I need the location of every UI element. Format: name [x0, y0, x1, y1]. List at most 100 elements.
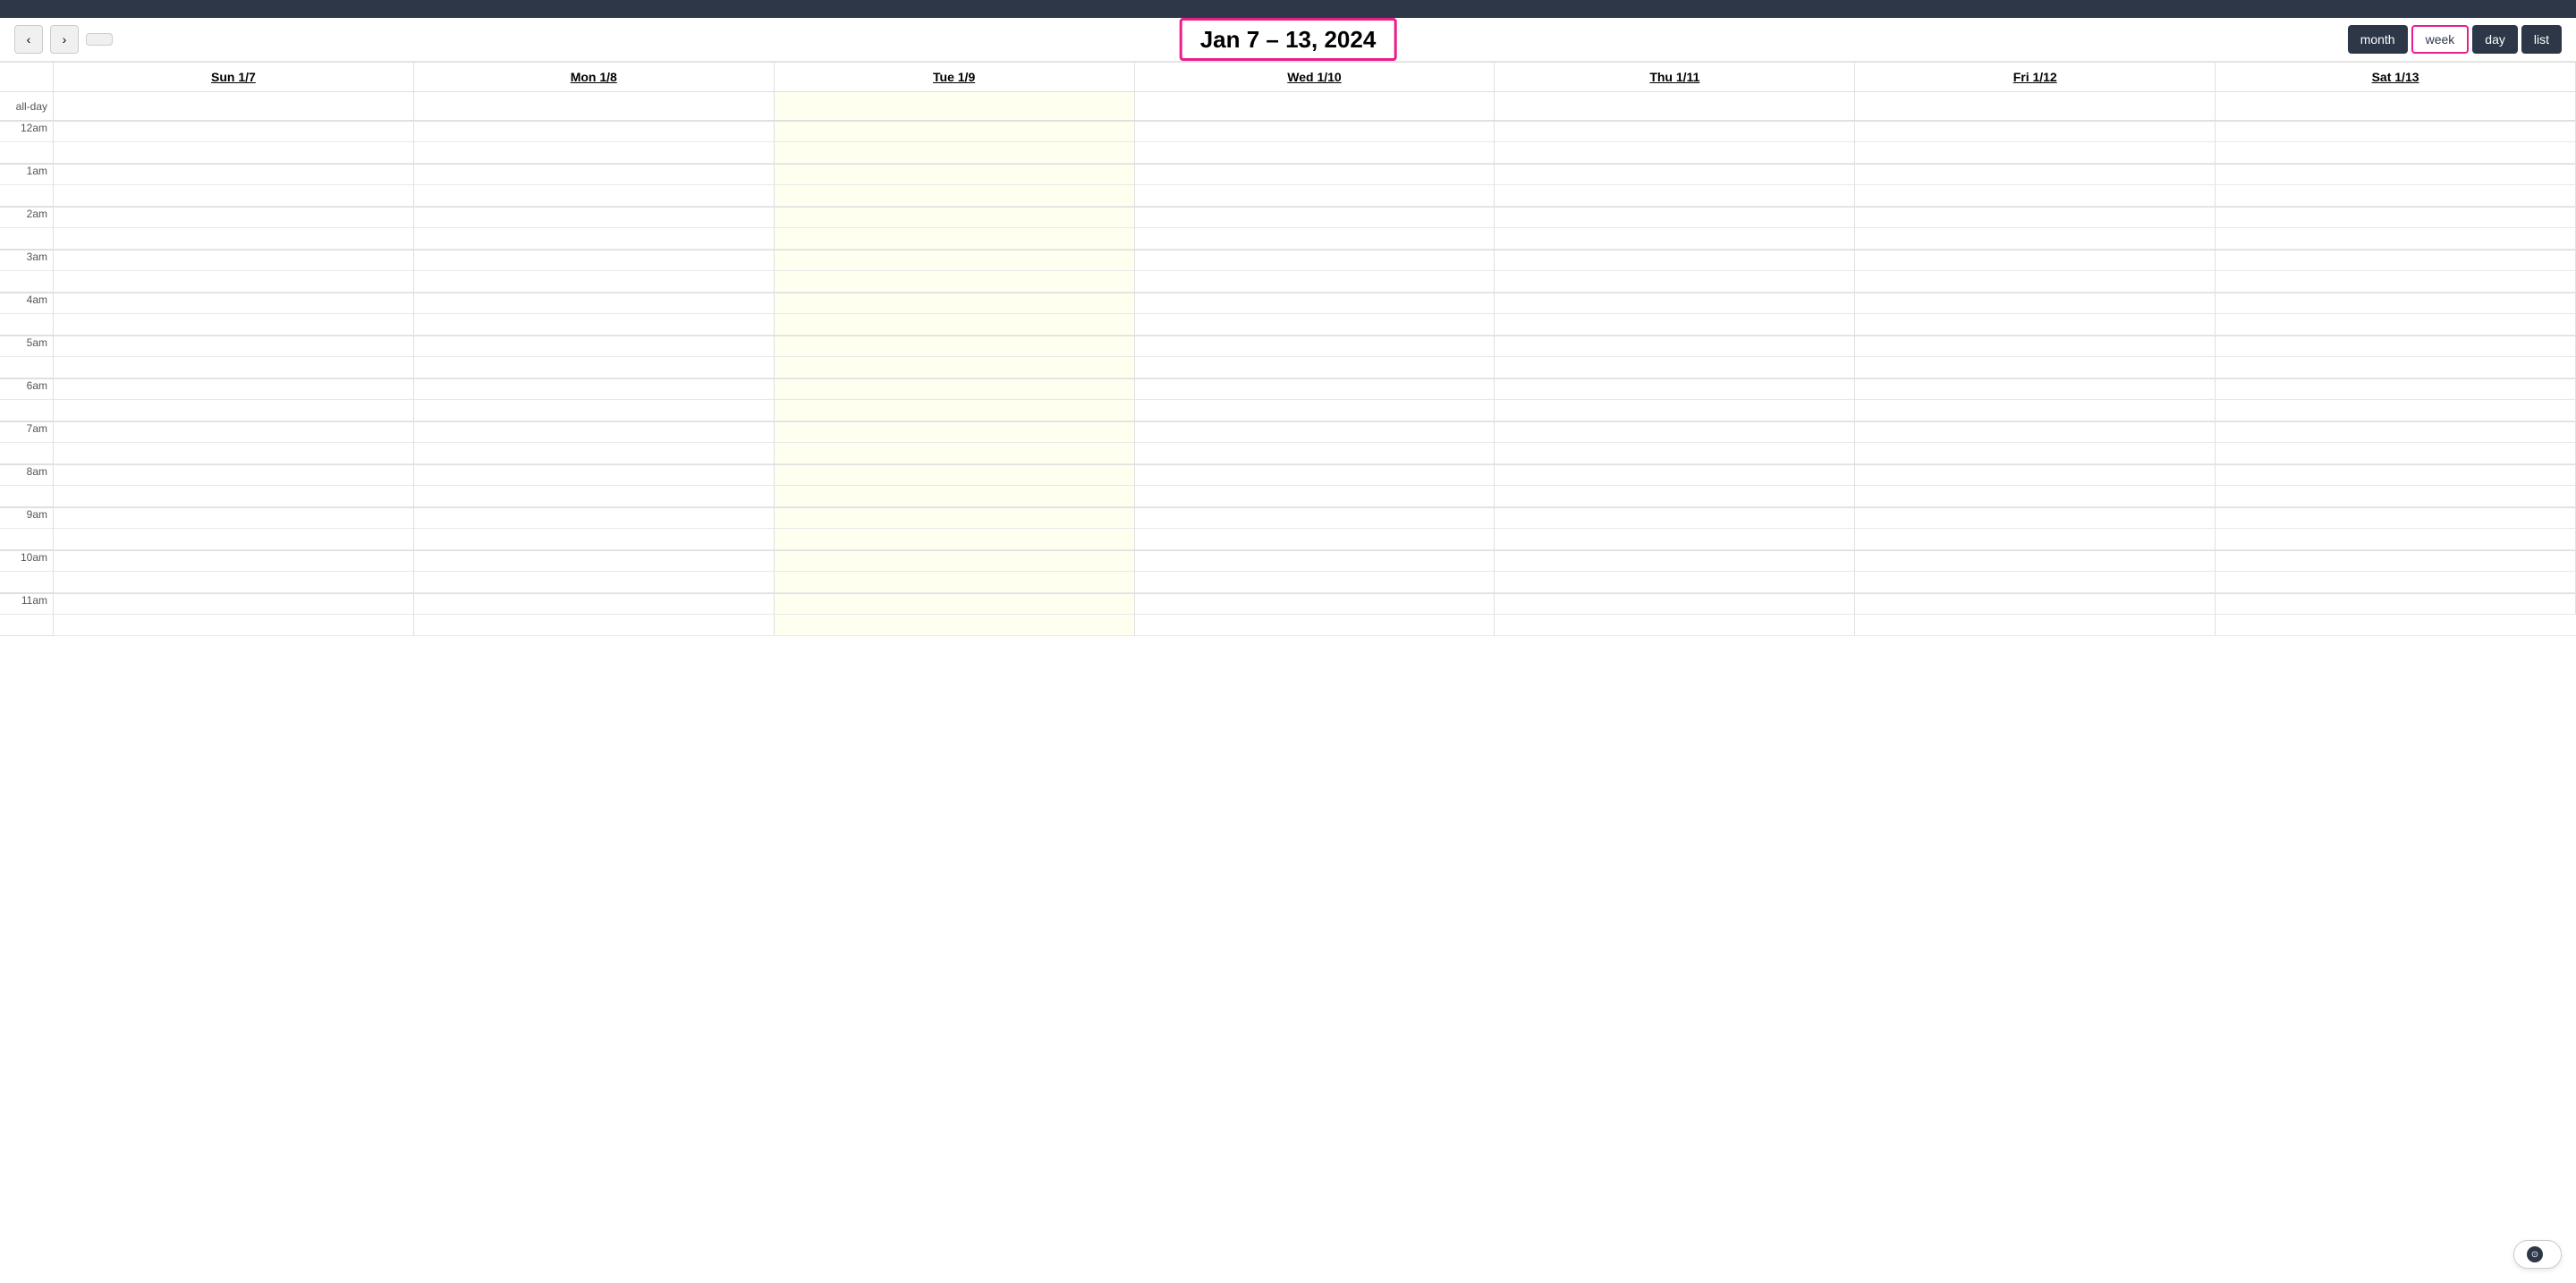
- hour-bot-5am-wed[interactable]: [1135, 357, 1496, 378]
- hour-top-9am-thu[interactable]: [1495, 507, 1855, 529]
- hour-top-3am-fri[interactable]: [1855, 250, 2216, 271]
- hour-top-2am-fri[interactable]: [1855, 207, 2216, 228]
- hour-bot-7am-tue[interactable]: [775, 443, 1135, 464]
- hour-top-8am-sun[interactable]: [54, 464, 414, 486]
- hour-top-2am-sat[interactable]: [2216, 207, 2576, 228]
- hour-top-4am-sat[interactable]: [2216, 293, 2576, 314]
- hour-top-8am-wed[interactable]: [1135, 464, 1496, 486]
- hour-top-12am-tue[interactable]: [775, 121, 1135, 142]
- hour-top-4am-fri[interactable]: [1855, 293, 2216, 314]
- hour-top-6am-mon[interactable]: [414, 378, 775, 400]
- hour-top-10am-wed[interactable]: [1135, 550, 1496, 572]
- hour-top-7am-fri[interactable]: [1855, 421, 2216, 443]
- hour-bot-6am-wed[interactable]: [1135, 400, 1496, 421]
- hour-bot-11am-sat[interactable]: [2216, 615, 2576, 636]
- hour-bot-7am-sun[interactable]: [54, 443, 414, 464]
- hour-bot-2am-wed[interactable]: [1135, 228, 1496, 250]
- hour-bot-5am-fri[interactable]: [1855, 357, 2216, 378]
- hour-top-10am-tue[interactable]: [775, 550, 1135, 572]
- day-view-button[interactable]: day: [2472, 25, 2518, 54]
- hour-top-1am-fri[interactable]: [1855, 164, 2216, 185]
- hour-bot-4am-sun[interactable]: [54, 314, 414, 336]
- hour-bot-1am-fri[interactable]: [1855, 185, 2216, 207]
- hour-bot-2am-sat[interactable]: [2216, 228, 2576, 250]
- hour-top-1am-sat[interactable]: [2216, 164, 2576, 185]
- hour-top-2am-sun[interactable]: [54, 207, 414, 228]
- allday-cell-thu[interactable]: [1495, 92, 1855, 121]
- hour-top-2am-wed[interactable]: [1135, 207, 1496, 228]
- hour-top-12am-fri[interactable]: [1855, 121, 2216, 142]
- hour-bot-3am-sun[interactable]: [54, 271, 414, 293]
- hour-bot-3am-sat[interactable]: [2216, 271, 2576, 293]
- hour-top-7am-sun[interactable]: [54, 421, 414, 443]
- hour-bot-1am-sat[interactable]: [2216, 185, 2576, 207]
- month-view-button[interactable]: month: [2348, 25, 2408, 54]
- hour-bot-7am-fri[interactable]: [1855, 443, 2216, 464]
- hour-bot-5am-thu[interactable]: [1495, 357, 1855, 378]
- hour-top-4am-sun[interactable]: [54, 293, 414, 314]
- hour-bot-8am-thu[interactable]: [1495, 486, 1855, 507]
- hour-bot-6am-sun[interactable]: [54, 400, 414, 421]
- hour-top-8am-thu[interactable]: [1495, 464, 1855, 486]
- hour-bot-6am-mon[interactable]: [414, 400, 775, 421]
- hour-top-1am-thu[interactable]: [1495, 164, 1855, 185]
- hour-bot-1am-thu[interactable]: [1495, 185, 1855, 207]
- hour-bot-1am-mon[interactable]: [414, 185, 775, 207]
- hour-bot-8am-sun[interactable]: [54, 486, 414, 507]
- week-view-button[interactable]: week: [2411, 25, 2470, 54]
- hour-bot-7am-thu[interactable]: [1495, 443, 1855, 464]
- hour-bot-9am-sun[interactable]: [54, 529, 414, 550]
- hour-top-9am-fri[interactable]: [1855, 507, 2216, 529]
- hour-top-10am-sat[interactable]: [2216, 550, 2576, 572]
- hour-bot-8am-sat[interactable]: [2216, 486, 2576, 507]
- hour-bot-7am-wed[interactable]: [1135, 443, 1496, 464]
- hour-top-7am-sat[interactable]: [2216, 421, 2576, 443]
- hour-top-12am-mon[interactable]: [414, 121, 775, 142]
- hour-top-5am-tue[interactable]: [775, 336, 1135, 357]
- hour-bot-2am-fri[interactable]: [1855, 228, 2216, 250]
- hour-top-6am-fri[interactable]: [1855, 378, 2216, 400]
- hour-bot-5am-mon[interactable]: [414, 357, 775, 378]
- hour-top-1am-tue[interactable]: [775, 164, 1135, 185]
- hour-bot-6am-thu[interactable]: [1495, 400, 1855, 421]
- hour-top-9am-sun[interactable]: [54, 507, 414, 529]
- hour-top-8am-sat[interactable]: [2216, 464, 2576, 486]
- hour-bot-3am-fri[interactable]: [1855, 271, 2216, 293]
- hour-top-4am-tue[interactable]: [775, 293, 1135, 314]
- hour-top-8am-tue[interactable]: [775, 464, 1135, 486]
- hour-bot-9am-tue[interactable]: [775, 529, 1135, 550]
- hour-bot-12am-mon[interactable]: [414, 142, 775, 164]
- allday-cell-mon[interactable]: [414, 92, 775, 121]
- hour-top-11am-tue[interactable]: [775, 593, 1135, 615]
- hour-bot-3am-wed[interactable]: [1135, 271, 1496, 293]
- hour-top-9am-sat[interactable]: [2216, 507, 2576, 529]
- hour-bot-6am-sat[interactable]: [2216, 400, 2576, 421]
- hour-bot-1am-sun[interactable]: [54, 185, 414, 207]
- allday-cell-tue[interactable]: [775, 92, 1135, 121]
- hour-top-3am-tue[interactable]: [775, 250, 1135, 271]
- hour-top-8am-fri[interactable]: [1855, 464, 2216, 486]
- hour-top-5am-thu[interactable]: [1495, 336, 1855, 357]
- next-button[interactable]: ›: [50, 25, 79, 54]
- hour-top-6am-wed[interactable]: [1135, 378, 1496, 400]
- hour-bot-12am-wed[interactable]: [1135, 142, 1496, 164]
- hour-bot-12am-fri[interactable]: [1855, 142, 2216, 164]
- hour-bot-8am-mon[interactable]: [414, 486, 775, 507]
- hour-bot-10am-fri[interactable]: [1855, 572, 2216, 593]
- hour-top-12am-wed[interactable]: [1135, 121, 1496, 142]
- hour-top-1am-mon[interactable]: [414, 164, 775, 185]
- hour-top-11am-fri[interactable]: [1855, 593, 2216, 615]
- hour-bot-4am-thu[interactable]: [1495, 314, 1855, 336]
- hour-bot-4am-fri[interactable]: [1855, 314, 2216, 336]
- hour-top-11am-thu[interactable]: [1495, 593, 1855, 615]
- hour-bot-6am-fri[interactable]: [1855, 400, 2216, 421]
- hour-bot-8am-fri[interactable]: [1855, 486, 2216, 507]
- hour-bot-4am-wed[interactable]: [1135, 314, 1496, 336]
- hour-bot-9am-sat[interactable]: [2216, 529, 2576, 550]
- hour-bot-3am-thu[interactable]: [1495, 271, 1855, 293]
- hour-top-12am-thu[interactable]: [1495, 121, 1855, 142]
- hour-bot-10am-sun[interactable]: [54, 572, 414, 593]
- hour-bot-10am-sat[interactable]: [2216, 572, 2576, 593]
- hour-top-10am-thu[interactable]: [1495, 550, 1855, 572]
- hour-top-3am-sun[interactable]: [54, 250, 414, 271]
